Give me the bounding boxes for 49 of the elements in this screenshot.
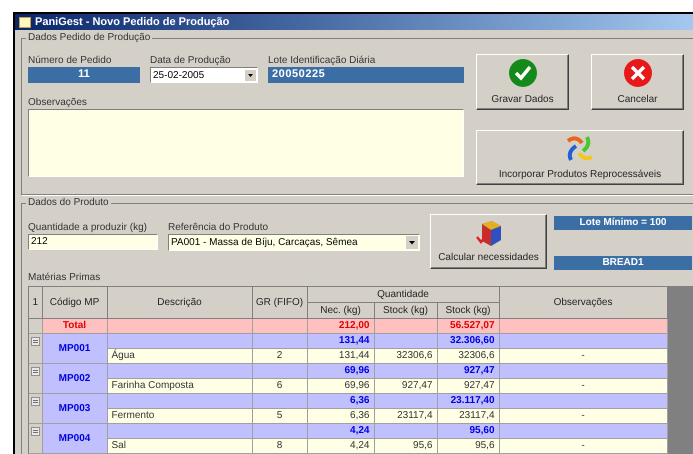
field-label: Observações [28,96,88,109]
min-lot-label: Lote Mínimo = 100 [554,216,692,230]
column-header[interactable]: Stock (kg) [437,302,500,318]
table-cell: MP003 [42,394,107,424]
table-cell: 95,6 [437,438,500,454]
save-button[interactable]: Gravar Dados [476,54,569,110]
window-title: PaniGest - Novo Pedido de Produção [35,14,230,30]
check-icon [508,58,538,88]
close-icon [622,58,652,88]
cancel-button[interactable]: Cancelar [591,54,684,110]
field-label: Quantidade a produzir (kg) [28,221,148,234]
column-header[interactable]: Nec. (kg) [307,302,374,318]
column-header[interactable]: GR (FIFO) [252,287,307,318]
table-cell: MP001 [42,334,107,364]
cube-icon [474,220,504,248]
column-header[interactable]: Descrição [107,287,252,318]
table-cell: Sal [107,438,252,454]
order-number-field[interactable]: 11 [28,67,140,83]
window-icon [19,16,31,28]
column-header[interactable]: Observações [499,287,668,318]
row-header-corner: 1 [29,287,42,318]
field-label: Data de Produção [150,54,232,67]
reprocess-button[interactable]: Incorporar Produtos Reprocessáveis [476,130,684,185]
notes-field[interactable] [28,109,464,177]
table-cell: MP004 [42,424,107,454]
field-label: Número de Pedido [28,54,112,67]
recipe-label: BREAD1 [554,256,692,270]
collapse-icon[interactable] [31,397,40,406]
collapse-icon[interactable] [31,427,40,436]
daily-lot-field[interactable]: 20050225 [268,67,464,83]
collapse-icon[interactable] [31,337,40,346]
field-label: Lote Identificação Diária [268,54,376,67]
recycle-arrows-icon [565,133,595,163]
column-header[interactable]: Código MP [42,287,107,318]
date-picker[interactable]: 25-02-2005 [150,67,258,83]
table-cell: MP002 [42,364,107,394]
table-cell: 4,24 [307,438,374,454]
grid-label: Matérias Primas [28,272,102,285]
column-header[interactable]: Stock (kg) [374,302,437,318]
table-cell: - [499,438,668,454]
column-group-header: Quantidade [307,287,500,302]
table-cell: 8 [252,438,307,454]
product-dropdown[interactable]: PA001 - Massa de Bíju, Carcaças, Sêmea [168,234,420,251]
table-cell: 95,6 [374,438,437,454]
collapse-icon[interactable] [31,367,40,376]
calculate-button[interactable]: Calcular necessidades [430,214,547,269]
field-label: Referência do Produto [168,221,270,234]
group-title: Dados Pedido de Produção [26,32,152,44]
quantity-field[interactable]: 212 [28,234,158,250]
